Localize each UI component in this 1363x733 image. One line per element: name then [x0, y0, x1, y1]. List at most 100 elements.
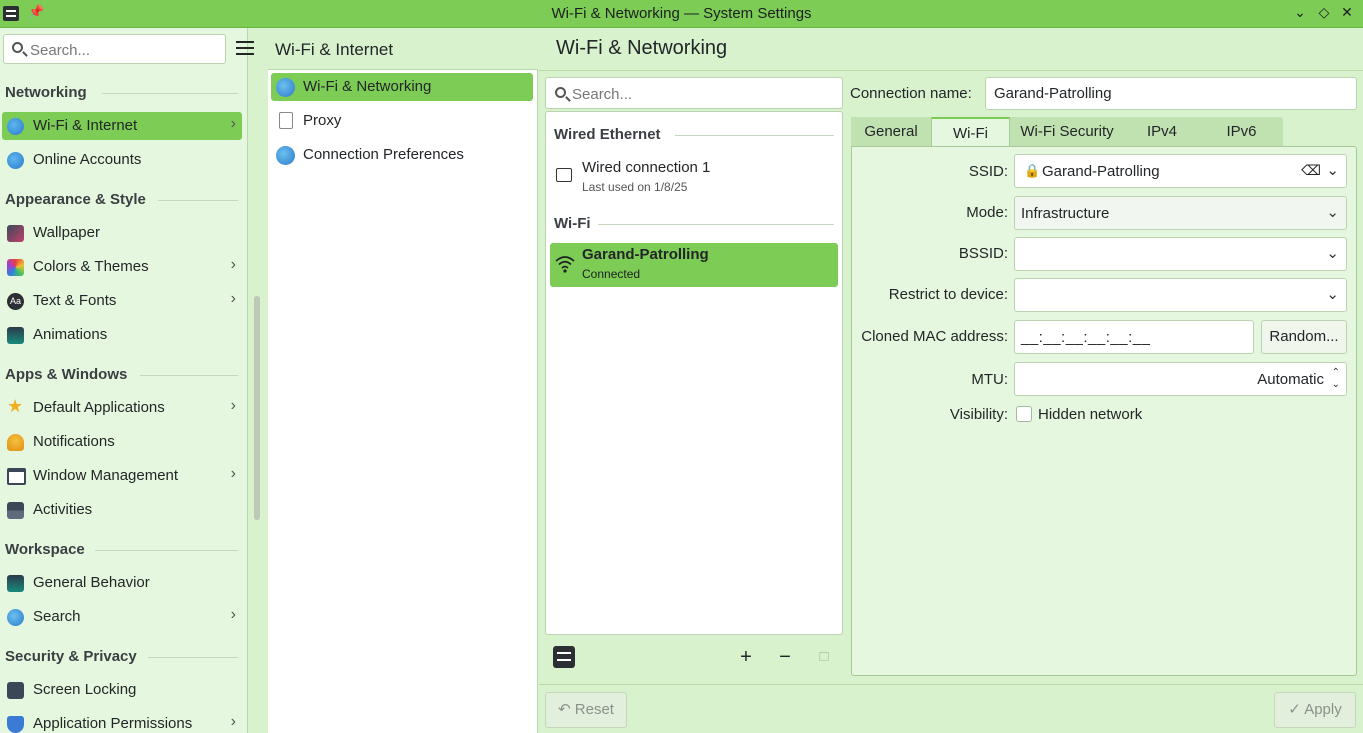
wallpaper-icon — [7, 225, 24, 242]
spin-arrows-icon[interactable]: ⌃ ⌄ — [1332, 367, 1340, 391]
checkmark-icon: ✓ — [1288, 701, 1301, 718]
mode-value: Infrastructure — [1021, 205, 1110, 222]
connection-name-label: Connection name: — [850, 85, 972, 102]
subcategory-label: Connection Preferences — [303, 146, 464, 163]
restrict-device-combobox[interactable]: ⌄ — [1014, 278, 1347, 312]
section-header-apps-windows: Apps & Windows — [5, 366, 128, 383]
apply-button[interactable]: ✓ Apply — [1274, 692, 1356, 728]
ssid-combobox[interactable]: 🔒 Garand-Patrolling ⌫ ⌄ — [1014, 154, 1347, 188]
divider — [102, 93, 238, 94]
divider — [95, 550, 238, 551]
connection-search[interactable] — [545, 77, 843, 109]
chevron-right-icon: › — [230, 397, 236, 414]
sidebar-item-search[interactable]: Search › — [2, 603, 242, 631]
apply-label: Apply — [1304, 701, 1342, 718]
sidebar-item-online-accounts[interactable]: Online Accounts — [2, 146, 242, 174]
sidebar-item-colors-themes[interactable]: Colors & Themes › — [2, 253, 242, 281]
subcategory-title: Wi-Fi & Internet — [275, 40, 394, 59]
tab-wifi[interactable]: Wi-Fi — [931, 117, 1010, 147]
tab-ipv4[interactable]: IPv4 — [1124, 117, 1200, 147]
connection-name-field[interactable] — [985, 77, 1357, 110]
activities-icon — [7, 502, 24, 519]
sidebar-item-label: Activities — [33, 501, 93, 518]
connection-name: Garand-Patrolling — [582, 246, 709, 263]
subcategory-item-connection-preferences[interactable]: Connection Preferences — [271, 141, 533, 169]
title-bar: 📌 Wi-Fi & Networking — System Settings ⌄… — [0, 0, 1363, 28]
connection-item-wired[interactable]: Wired connection 1 Last used on 1/8/25 — [550, 156, 838, 200]
chevron-down-icon: ⌄ — [1326, 204, 1339, 221]
sidebar-item-wifi-internet[interactable]: Wi-Fi & Internet › — [2, 112, 242, 140]
divider — [539, 684, 1363, 685]
hamburger-menu-icon[interactable] — [236, 41, 254, 55]
subcategory-item-wifi-networking[interactable]: Wi-Fi & Networking — [271, 73, 533, 101]
add-connection-button[interactable]: + — [734, 645, 758, 669]
sidebar-item-label: Wallpaper — [33, 224, 100, 241]
sidebar-search[interactable] — [3, 34, 226, 64]
random-mac-button[interactable]: Random... — [1261, 320, 1347, 354]
animations-icon — [7, 327, 24, 344]
palette-icon — [7, 259, 24, 276]
globe-icon — [276, 78, 295, 97]
mtu-spinbox[interactable]: Automatic ⌃ ⌄ — [1014, 362, 1347, 396]
sidebar-item-default-applications[interactable]: ★ Default Applications › — [2, 394, 242, 422]
minimize-icon[interactable]: ⌄ — [1291, 4, 1309, 21]
ssid-value: Garand-Patrolling — [1042, 163, 1160, 180]
page-title: Wi-Fi & Networking — [556, 37, 728, 59]
clear-text-icon[interactable]: ⌫ — [1301, 162, 1321, 179]
document-icon — [279, 112, 293, 129]
search-icon — [7, 609, 24, 626]
connection-search-input[interactable] — [572, 84, 832, 104]
configure-icon[interactable] — [553, 646, 575, 668]
sidebar-item-application-permissions[interactable]: Application Permissions › — [2, 710, 242, 733]
tab-ipv6[interactable]: IPv6 — [1200, 117, 1283, 147]
wired-icon — [556, 168, 572, 182]
behavior-icon — [7, 575, 24, 592]
lock-screen-icon — [7, 682, 24, 699]
close-icon[interactable]: ✕ — [1338, 4, 1356, 21]
chevron-right-icon: › — [230, 115, 236, 132]
shield-icon — [7, 716, 24, 733]
subcategory-header: Wi-Fi & Internet — [268, 28, 538, 70]
tab-general[interactable]: General — [851, 117, 931, 147]
mode-dropdown[interactable]: Infrastructure ⌄ — [1014, 196, 1347, 230]
maximize-icon[interactable]: ◇ — [1315, 4, 1333, 21]
export-icon[interactable]: □ — [812, 645, 836, 669]
sidebar-item-window-management[interactable]: Window Management › — [2, 462, 242, 490]
cloned-mac-field[interactable]: __:__:__:__:__:__ — [1014, 320, 1254, 354]
group-header-wifi: Wi-Fi — [554, 215, 591, 232]
remove-connection-button[interactable]: − — [773, 645, 797, 669]
wifi-icon — [555, 256, 575, 273]
ssid-label: SSID: — [968, 163, 1008, 180]
chevron-right-icon: › — [230, 290, 236, 307]
sidebar-item-text-fonts[interactable]: Aa Text & Fonts › — [2, 287, 242, 315]
connection-item-wifi[interactable]: Garand-Patrolling Connected — [550, 243, 838, 287]
sidebar-item-notifications[interactable]: Notifications — [2, 428, 242, 456]
connection-status: Last used on 1/8/25 — [582, 180, 688, 194]
sidebar-item-label: Screen Locking — [33, 681, 137, 698]
sidebar-item-wallpaper[interactable]: Wallpaper — [2, 219, 242, 247]
undo-icon: ↶ — [558, 701, 571, 718]
divider — [148, 657, 238, 658]
bssid-combobox[interactable]: ⌄ — [1014, 237, 1347, 271]
sidebar-item-general-behavior[interactable]: General Behavior — [2, 569, 242, 597]
sidebar-item-animations[interactable]: Animations — [2, 321, 242, 349]
sidebar-scrollbar[interactable] — [254, 296, 260, 520]
sidebar-item-label: Application Permissions — [33, 715, 193, 732]
chevron-down-icon: ⌄ — [1326, 162, 1339, 179]
connection-status: Connected — [582, 267, 641, 281]
sidebar-item-activities[interactable]: Activities — [2, 496, 242, 524]
reset-button[interactable]: ↶ Reset — [545, 692, 627, 728]
subcategory-item-proxy[interactable]: Proxy — [271, 107, 533, 135]
sidebar-item-label: Wi-Fi & Internet — [33, 117, 138, 134]
sidebar-item-label: Default Applications — [33, 399, 165, 416]
bell-icon — [7, 434, 24, 451]
tab-wifi-security[interactable]: Wi-Fi Security — [1010, 117, 1124, 147]
sidebar-item-screen-locking[interactable]: Screen Locking — [2, 676, 242, 704]
divider — [539, 70, 1363, 71]
sidebar-search-input[interactable] — [30, 40, 220, 60]
sidebar-item-label: Animations — [33, 326, 108, 343]
hidden-network-checkbox[interactable] — [1016, 406, 1032, 422]
hidden-network-label[interactable]: Hidden network — [1038, 406, 1142, 423]
chevron-down-icon: ⌄ — [1326, 286, 1339, 303]
font-icon: Aa — [7, 293, 24, 310]
